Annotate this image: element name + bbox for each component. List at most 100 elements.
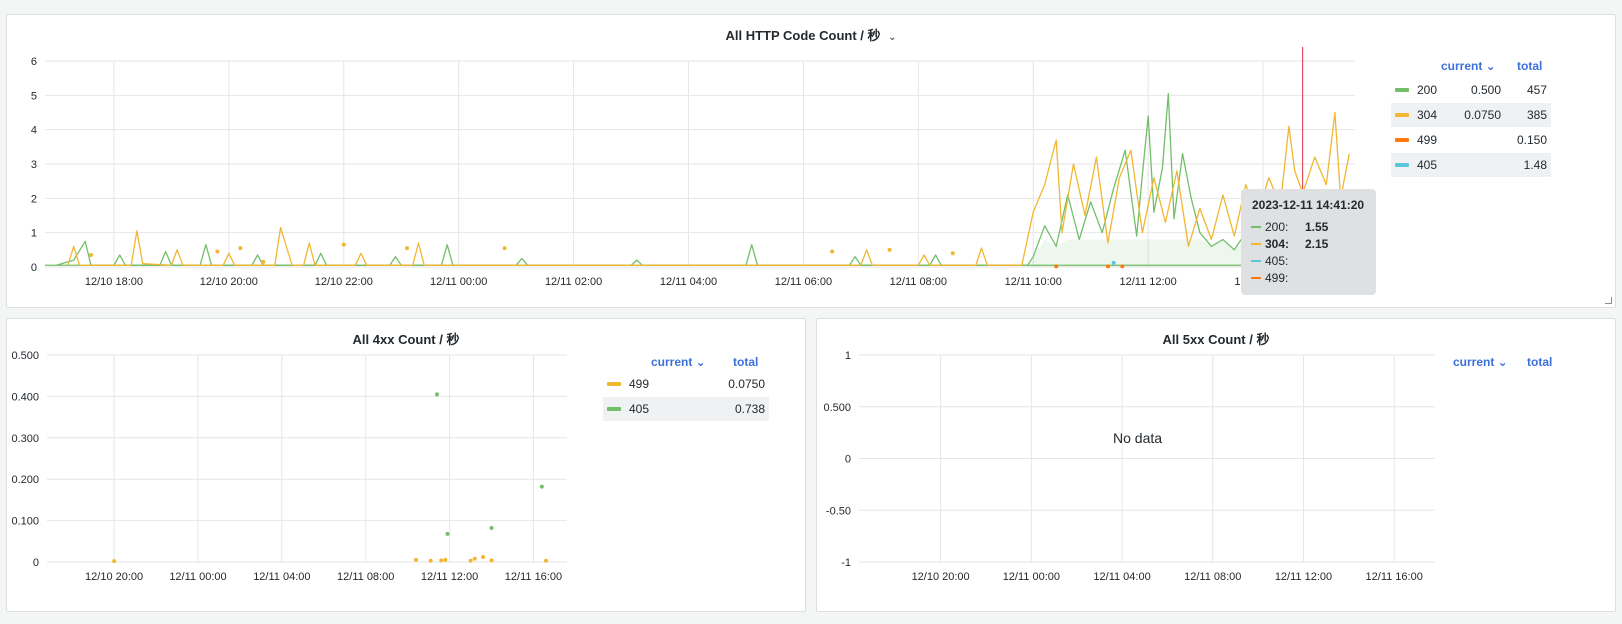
legend-current-header[interactable]: current ⌄ [1441, 59, 1496, 73]
grid [47, 354, 567, 563]
legend-current-value: 0.500 [1470, 83, 1501, 97]
point-499[interactable] [414, 557, 419, 562]
legend-total-header[interactable]: total [733, 355, 758, 369]
point-304[interactable] [88, 252, 93, 257]
point-405[interactable] [435, 392, 439, 397]
legend-total-value: 1.48 [1523, 158, 1547, 172]
legend-item-499[interactable]: 499 0.0750 [603, 372, 769, 396]
legend-current-header[interactable]: current ⌄ [1453, 355, 1508, 369]
point-304[interactable] [238, 246, 243, 251]
point-499[interactable] [428, 558, 433, 563]
y-tick-label: 0 [31, 262, 37, 274]
legend-swatch [1395, 88, 1409, 92]
x-tick-label: 12/10 18:00 [85, 276, 143, 288]
x-tick-label: 12/10 20:00 [200, 276, 258, 288]
grid [45, 60, 1355, 268]
tooltip-series-value: 1.55 [1305, 220, 1329, 234]
legend-swatch [607, 382, 621, 386]
point-499[interactable] [439, 558, 444, 563]
y-tick-label: 0.500 [823, 402, 851, 414]
legend-item-405[interactable]: 405 1.48 [1391, 153, 1551, 177]
legend-current-value: 0.0750 [1464, 108, 1501, 122]
point-304[interactable] [830, 249, 835, 254]
x-tick-label: 12/11 04:00 [1093, 571, 1150, 583]
tooltip-swatch [1251, 277, 1261, 279]
y-tick-label: 0.200 [11, 474, 39, 486]
legend-item-200[interactable]: 200 0.500 457 [1391, 78, 1551, 102]
tooltip-swatch [1251, 260, 1261, 262]
http-code-panel: All HTTP Code Count / 秒 ⌄ 0 1 2 3 4 5 6 12/10 1… [6, 14, 1616, 308]
legend: current ⌄ total 200 0.500 457 304 0.0750 385 4… [1391, 59, 1551, 189]
point-499[interactable] [481, 555, 486, 560]
x-tick-label: 12/11 12:00 [421, 571, 478, 583]
point-499[interactable] [1120, 264, 1125, 269]
point-499[interactable] [468, 558, 473, 563]
no-data-message: No data [1113, 430, 1163, 446]
resize-handle[interactable] [1605, 297, 1612, 304]
legend-total-value: 0.150 [1516, 133, 1547, 147]
y-tick-label: 0.400 [11, 391, 39, 403]
y-tick-label: 5 [31, 90, 37, 102]
tooltip-swatch [1251, 243, 1261, 245]
legend-total-value: 0.738 [734, 402, 765, 416]
point-499[interactable] [1054, 264, 1059, 269]
tooltip-row-499: 499: [1251, 270, 1366, 286]
point-499[interactable] [544, 558, 549, 563]
tooltip-series-name: 200: [1265, 220, 1289, 234]
4xx-panel: All 4xx Count / 秒 0 0.100 0.200 0.300 0.400 0… [6, 318, 806, 612]
legend-total-header[interactable]: total [1517, 59, 1542, 73]
legend-total-value: 385 [1526, 108, 1547, 122]
legend-series-name: 200 [1417, 83, 1438, 97]
x-tick-label: 12/11 08:00 [337, 571, 394, 583]
legend-series-name: 499 [629, 377, 650, 391]
point-304[interactable] [261, 259, 266, 264]
point-304[interactable] [887, 247, 892, 252]
point-405[interactable] [1111, 260, 1116, 265]
point-405[interactable] [445, 531, 450, 536]
5xx-panel: All 5xx Count / 秒 -1 -0.50 0 0.500 1 12/10 20… [816, 318, 1616, 612]
y-tick-label: 0 [33, 557, 39, 569]
legend-total-header[interactable]: total [1527, 355, 1552, 369]
y-tick-label: 0 [845, 454, 851, 466]
point-499[interactable] [1105, 264, 1110, 269]
x-tick-label: 12/10 20:00 [85, 571, 143, 583]
tooltip-series-name: 499: [1265, 271, 1289, 285]
legend-total-value: 0.0750 [728, 377, 765, 391]
legend: current ⌄ total 499 0.0750 405 0.738 [603, 355, 769, 435]
legend: current ⌄ total [1453, 355, 1613, 385]
point-304[interactable] [502, 246, 507, 251]
grid [859, 354, 1435, 563]
point-499[interactable] [112, 559, 117, 564]
x-tick-label: 12/10 22:00 [315, 276, 373, 288]
y-tick-label: 1 [845, 350, 851, 362]
tooltip-row-304: 304: 2.15 [1251, 236, 1366, 252]
point-405[interactable] [489, 526, 494, 531]
legend-item-304[interactable]: 304 0.0750 385 [1391, 103, 1551, 127]
y-tick-label: 1 [31, 228, 37, 240]
legend-series-name: 405 [1417, 158, 1438, 172]
x-tick-label: 12/10 20:00 [912, 571, 970, 583]
point-499[interactable] [489, 558, 494, 563]
legend-current-header[interactable]: current ⌄ [651, 355, 706, 369]
legend-swatch [1395, 138, 1409, 142]
legend-total-value: 457 [1526, 83, 1547, 97]
x-tick-label: 12/11 06:00 [775, 276, 832, 288]
x-tick-label: 12/11 08:00 [1184, 571, 1241, 583]
point-304[interactable] [341, 242, 346, 247]
tooltip-time: 2023-12-11 14:41:20 [1252, 198, 1365, 212]
y-tick-label: 4 [31, 125, 37, 137]
point-304[interactable] [950, 251, 955, 256]
x-tick-label: 12/11 16:00 [1366, 571, 1423, 583]
legend-item-405[interactable]: 405 0.738 [603, 397, 769, 421]
x-tick-label: 12/11 12:00 [1275, 571, 1332, 583]
tooltip-row-405: 405: [1251, 253, 1366, 269]
legend-swatch [1395, 163, 1409, 167]
point-499[interactable] [443, 557, 448, 562]
tooltip-swatch [1251, 226, 1261, 228]
point-304[interactable] [404, 246, 409, 251]
legend-item-499[interactable]: 499 0.150 [1391, 128, 1551, 152]
legend-swatch [607, 407, 621, 411]
point-304[interactable] [215, 249, 220, 254]
point-405[interactable] [539, 484, 544, 489]
point-499[interactable] [472, 556, 477, 561]
